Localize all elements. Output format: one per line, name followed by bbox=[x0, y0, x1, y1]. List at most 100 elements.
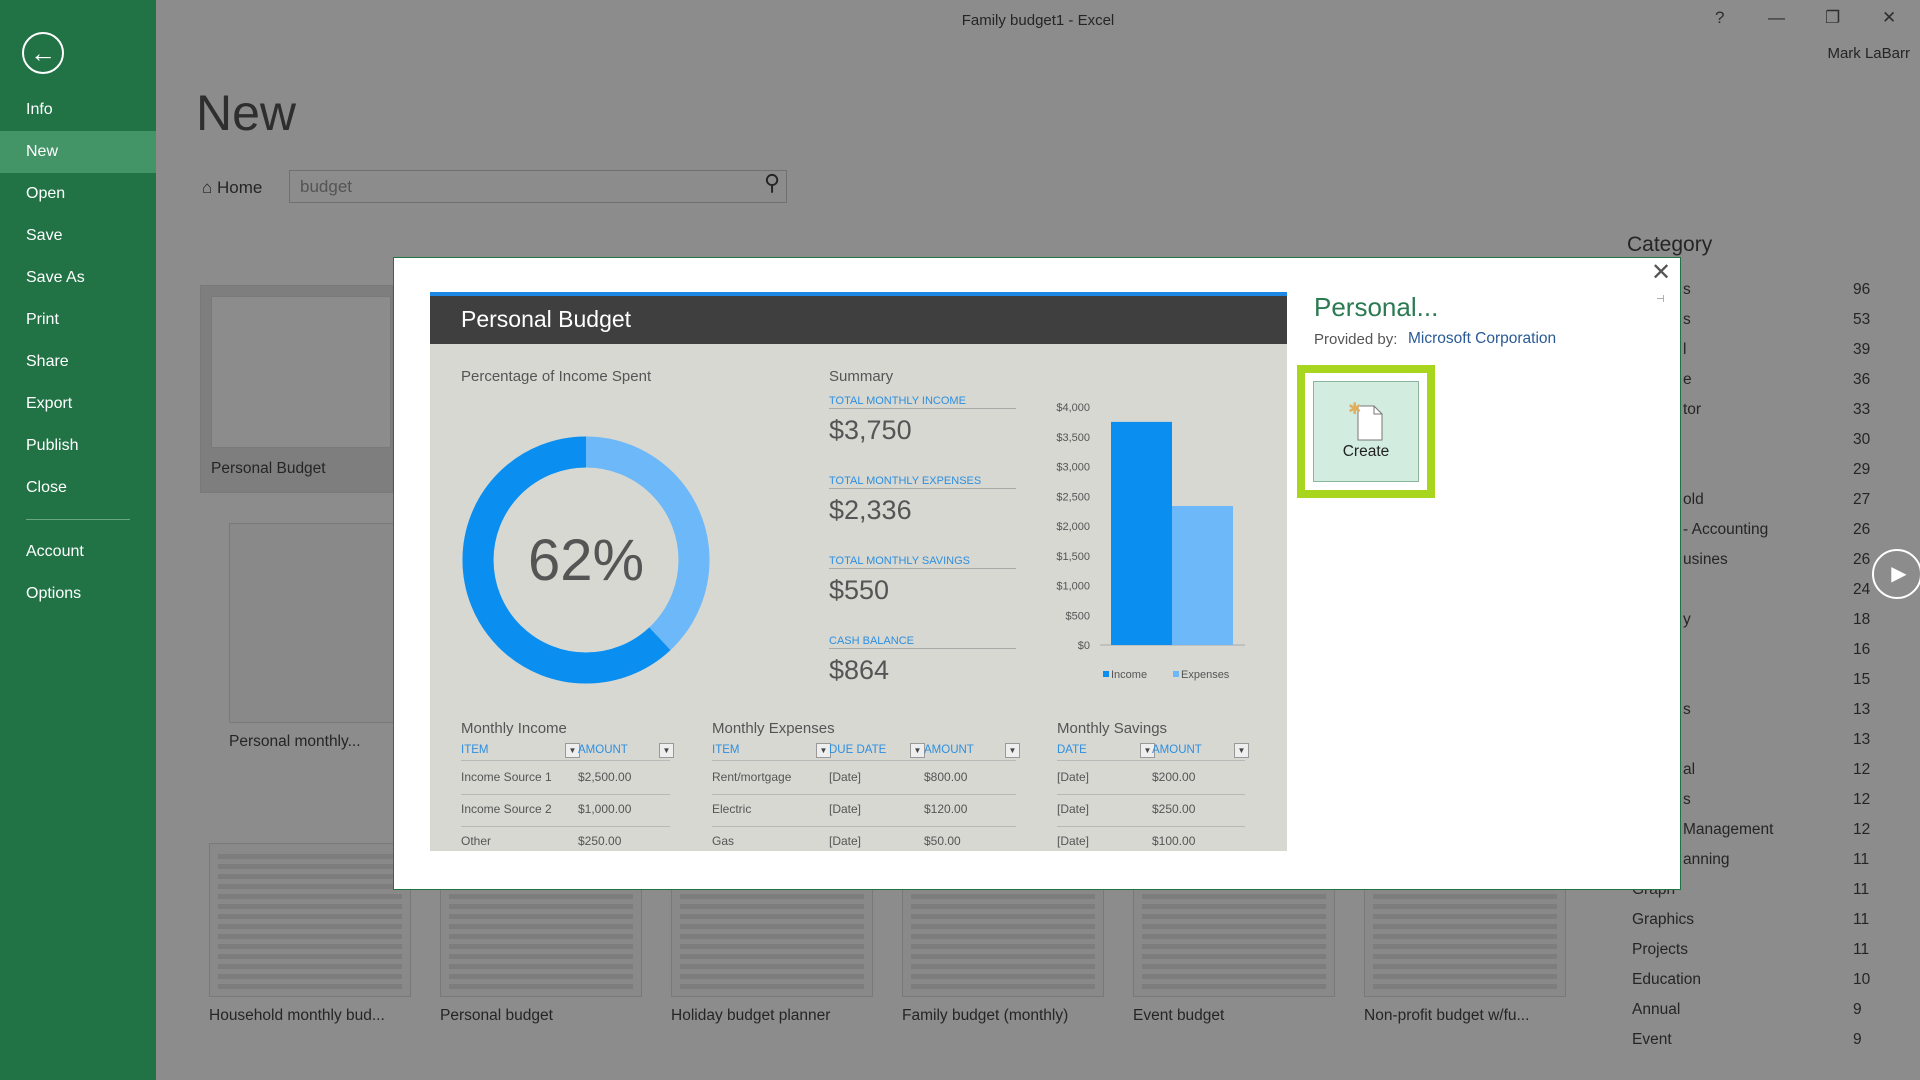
income-cell: Income Source 2 bbox=[461, 802, 552, 816]
sidebar-item-info[interactable]: Info bbox=[0, 89, 156, 131]
table-row-line bbox=[712, 826, 1016, 827]
svg-text:✱: ✱ bbox=[1348, 401, 1361, 418]
summary-value: $2,336 bbox=[829, 495, 912, 525]
bar-income bbox=[1111, 421, 1172, 645]
y-tick-label: $0 bbox=[1078, 640, 1090, 652]
summary-value: $3,750 bbox=[829, 415, 912, 445]
summary-value: $864 bbox=[829, 655, 890, 685]
savings-cell: $200.00 bbox=[1152, 770, 1196, 784]
summary-label: TOTAL MONTHLY EXPENSES bbox=[829, 475, 1016, 489]
table-header-line bbox=[461, 760, 670, 761]
savings-cell: [Date] bbox=[1057, 834, 1090, 848]
income-column-header: AMOUNT bbox=[578, 744, 628, 756]
y-tick-label: $3,500 bbox=[1056, 432, 1090, 444]
bar-expenses bbox=[1172, 506, 1233, 645]
bar-chart: $4,000 $3,500 $3,000 $2,500 $2,000 $1,500 $1,0… bbox=[1056, 402, 1245, 681]
sidebar-item-save-as[interactable]: Save As bbox=[0, 257, 156, 299]
create-label: Create bbox=[1342, 443, 1390, 460]
income-cell: $250.00 bbox=[578, 834, 622, 848]
new-document-icon: ✱ bbox=[1348, 401, 1383, 441]
sidebar-item-export[interactable]: Export bbox=[0, 383, 156, 425]
table-row-line bbox=[1057, 826, 1245, 827]
summary-heading: Summary bbox=[829, 368, 894, 385]
savings-cell: $250.00 bbox=[1152, 802, 1196, 816]
dialog-template-title: Personal... bbox=[1314, 292, 1439, 322]
legend-swatch bbox=[1173, 671, 1179, 677]
y-tick-label: $500 bbox=[1066, 610, 1090, 622]
dialog-close-button[interactable]: ✕ bbox=[1651, 258, 1671, 287]
sidebar-item-save[interactable]: Save bbox=[0, 215, 156, 257]
backstage-sidebar: ← Info New Open Save Save As Print Share Export… bbox=[0, 0, 156, 1080]
sidebar-item-share[interactable]: Share bbox=[0, 341, 156, 383]
expenses-cell: Gas bbox=[712, 834, 735, 848]
filter-dropdown-icon[interactable]: ▼ bbox=[910, 743, 925, 758]
savings-cell: $100.00 bbox=[1152, 834, 1196, 848]
filter-dropdown-icon[interactable]: ▼ bbox=[1005, 743, 1020, 758]
summary-label: CASH BALANCE bbox=[829, 635, 1016, 649]
table-row-line bbox=[1057, 794, 1245, 795]
back-button[interactable]: ← bbox=[22, 32, 64, 74]
savings-heading: Monthly Savings bbox=[1057, 720, 1168, 737]
expenses-heading: Monthly Expenses bbox=[712, 720, 835, 737]
pin-icon[interactable]: ⊣ bbox=[1656, 294, 1665, 305]
summary-label: TOTAL MONTHLY SAVINGS bbox=[829, 555, 1016, 569]
income-column-header: ITEM bbox=[461, 744, 489, 756]
sidebar-divider bbox=[26, 519, 130, 520]
template-preview-image: Personal Budget Percentage of Income Spe… bbox=[430, 292, 1287, 851]
y-tick-label: $1,500 bbox=[1056, 551, 1090, 563]
expenses-cell: [Date] bbox=[829, 770, 862, 784]
pct-heading: Percentage of Income Spent bbox=[461, 368, 652, 385]
sidebar-item-publish[interactable]: Publish bbox=[0, 425, 156, 467]
savings-cell: [Date] bbox=[1057, 770, 1090, 784]
expenses-cell: $800.00 bbox=[924, 770, 968, 784]
play-icon[interactable]: ▶ bbox=[1872, 549, 1920, 599]
income-cell: $1,000.00 bbox=[578, 802, 632, 816]
create-button[interactable]: ✱ Create bbox=[1313, 381, 1419, 482]
y-tick-label: $3,000 bbox=[1056, 462, 1090, 474]
table-header-line bbox=[712, 760, 1016, 761]
expenses-cell: [Date] bbox=[829, 834, 862, 848]
y-tick-label: $2,000 bbox=[1056, 521, 1090, 533]
provider-link[interactable]: Microsoft Corporation bbox=[1408, 330, 1556, 348]
filter-dropdown-icon[interactable]: ▼ bbox=[1234, 743, 1249, 758]
legend-swatch bbox=[1103, 671, 1109, 677]
summary-value: $550 bbox=[829, 575, 890, 605]
sidebar-item-new[interactable]: New bbox=[0, 131, 156, 173]
filter-dropdown-icon[interactable]: ▼ bbox=[659, 743, 674, 758]
template-preview-dialog: Personal Budget Percentage of Income Spe… bbox=[393, 257, 1681, 890]
sidebar-item-close[interactable]: Close bbox=[0, 467, 156, 509]
y-tick-label: $2,500 bbox=[1056, 491, 1090, 503]
create-highlight: ✱ Create bbox=[1297, 365, 1435, 498]
expenses-cell: Rent/mortgage bbox=[712, 770, 792, 784]
provided-by-label: Provided by: bbox=[1314, 331, 1398, 348]
preview-title: Personal Budget bbox=[430, 296, 1287, 344]
savings-cell: [Date] bbox=[1057, 802, 1090, 816]
sidebar-item-account[interactable]: Account bbox=[0, 531, 156, 573]
y-tick-label: $4,000 bbox=[1056, 402, 1090, 414]
expenses-cell: Electric bbox=[712, 802, 752, 816]
summary-label: TOTAL MONTHLY INCOME bbox=[829, 395, 1016, 409]
expenses-column-header: DUE DATE bbox=[829, 744, 887, 756]
table-row-line bbox=[712, 794, 1016, 795]
sidebar-item-options[interactable]: Options bbox=[0, 573, 156, 615]
sidebar-item-print[interactable]: Print bbox=[0, 299, 156, 341]
sidebar-item-open[interactable]: Open bbox=[0, 173, 156, 215]
income-heading: Monthly Income bbox=[461, 720, 567, 737]
savings-column-header: AMOUNT bbox=[1152, 744, 1202, 756]
income-cell: $2,500.00 bbox=[578, 770, 632, 784]
legend-label: Income bbox=[1111, 669, 1147, 681]
savings-column-header: DATE bbox=[1057, 744, 1087, 756]
table-header-line bbox=[1057, 760, 1245, 761]
expenses-column-header: AMOUNT bbox=[924, 744, 974, 756]
table-row-line bbox=[461, 826, 670, 827]
expenses-cell: $50.00 bbox=[924, 834, 961, 848]
legend-label: Expenses bbox=[1181, 669, 1230, 681]
income-cell: Income Source 1 bbox=[461, 770, 552, 784]
table-row-line bbox=[461, 794, 670, 795]
expenses-cell: $120.00 bbox=[924, 802, 968, 816]
expenses-column-header: ITEM bbox=[712, 744, 740, 756]
income-cell: Other bbox=[461, 834, 492, 848]
back-arrow-icon: ← bbox=[30, 38, 56, 68]
expenses-cell: [Date] bbox=[829, 802, 862, 816]
y-tick-label: $1,000 bbox=[1056, 581, 1090, 593]
